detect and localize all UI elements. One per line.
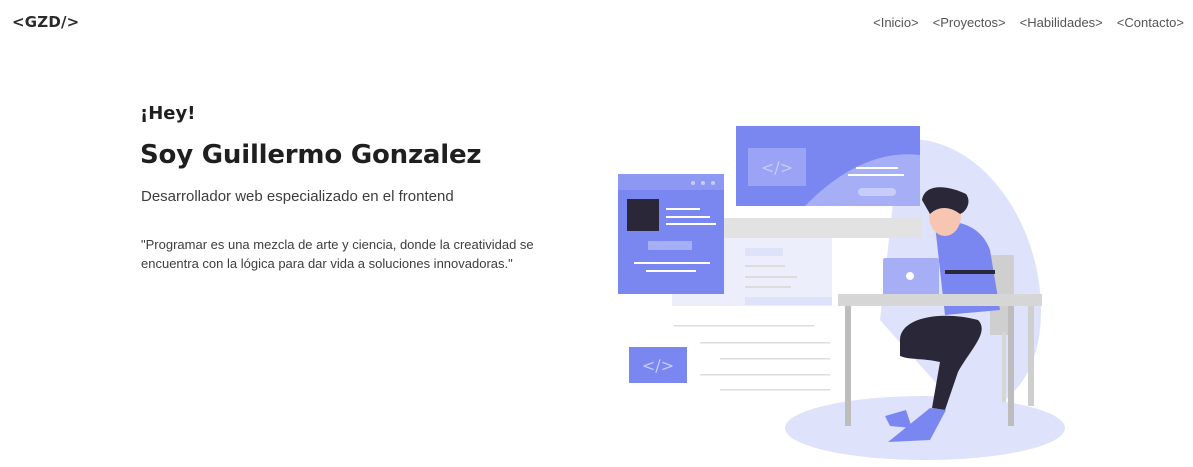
nav-link-contacto[interactable]: <Contacto>	[1117, 15, 1184, 30]
site-logo[interactable]: <GZD/>	[12, 13, 79, 31]
svg-text:</>: </>	[642, 356, 674, 375]
developer-illustration: </> </>	[600, 110, 1070, 467]
nav-link-proyectos[interactable]: <Proyectos>	[933, 15, 1006, 30]
nav-link-habilidades[interactable]: <Habilidades>	[1020, 15, 1103, 30]
dotted-lines	[674, 325, 830, 391]
hero-subtitle: Desarrollador web especializado en el fr…	[141, 188, 454, 205]
image-placeholder	[627, 199, 659, 231]
nav-link-inicio[interactable]: <Inicio>	[873, 15, 919, 30]
desk-top	[838, 294, 1042, 306]
gray-bar	[722, 218, 922, 238]
portfolio-page: <GZD/> <Inicio> <Proyectos> <Habilidades…	[0, 0, 1193, 467]
code-window-left	[618, 174, 724, 294]
hero-greeting: ¡Hey!	[140, 103, 196, 124]
hero-quote: "Programar es una mezcla de arte y cienc…	[141, 237, 534, 271]
main-nav: <Inicio> <Proyectos> <Habilidades> <Cont…	[873, 15, 1184, 30]
hero-title: Soy Guillermo Gonzalez	[140, 140, 482, 170]
svg-text:</>: </>	[761, 158, 793, 177]
developer-at-desk-image: </> </>	[618, 126, 1065, 460]
